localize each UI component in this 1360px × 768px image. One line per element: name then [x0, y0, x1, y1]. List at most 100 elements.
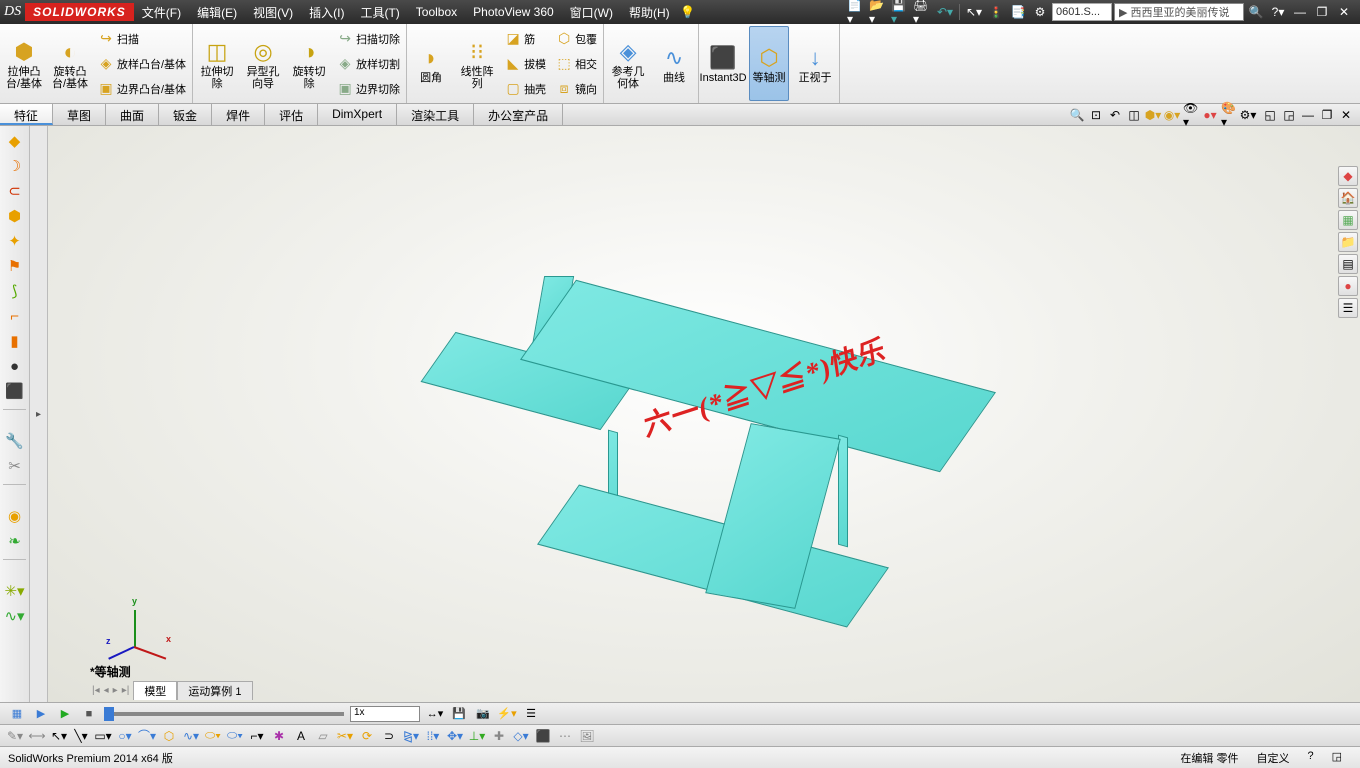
tl-stop-icon[interactable]: ■	[80, 706, 98, 722]
close-icon[interactable]: ✕	[1334, 3, 1354, 21]
prev-view-icon[interactable]: ↶	[1107, 107, 1123, 123]
bt-relation-icon[interactable]: ⊥▾	[468, 727, 486, 745]
draft-button[interactable]: ◣拔模	[503, 53, 548, 75]
timeline-handle[interactable]	[104, 707, 114, 721]
status-custom[interactable]: 自定义	[1256, 750, 1289, 766]
doc-restore2-icon[interactable]: ❐	[1319, 107, 1335, 123]
linear-pattern-button[interactable]: ⁝⁝线性阵 列	[457, 26, 497, 101]
doc-restore-icon[interactable]: ◱	[1262, 107, 1278, 123]
zoom-fit-icon[interactable]: 🔍	[1069, 107, 1085, 123]
undo-icon[interactable]: ↶▾	[935, 3, 955, 21]
minimize-icon[interactable]: —	[1290, 3, 1310, 21]
tl-cam-icon[interactable]: 📷	[474, 706, 492, 722]
bt-trim-icon[interactable]: ✂▾	[336, 727, 354, 745]
open-icon[interactable]: 📂▾	[869, 3, 889, 21]
document-name[interactable]: 0601.S...	[1052, 3, 1112, 21]
bt-plane-icon[interactable]: ▱	[314, 727, 332, 745]
rt-resources-icon[interactable]: ◆	[1338, 166, 1358, 186]
bt-text-icon[interactable]: A	[292, 727, 310, 745]
tab-surfaces[interactable]: 曲面	[106, 104, 159, 125]
section-view-icon[interactable]: ◫	[1126, 107, 1142, 123]
view-settings-icon[interactable]: ⚙▾	[1240, 107, 1256, 123]
model-airplane[interactable]: 六一(*≧▽≦*)快乐	[428, 266, 928, 666]
rib-button[interactable]: ◪筋	[503, 28, 548, 50]
timeline-slider[interactable]	[104, 712, 344, 716]
menu-window[interactable]: 窗口(W)	[562, 4, 621, 21]
bt-fillet-icon[interactable]: ⌐▾	[248, 727, 266, 745]
bt-spline-icon[interactable]: ∿▾	[182, 727, 200, 745]
print-icon[interactable]: 🖨▾	[913, 3, 933, 21]
doc-min-icon[interactable]: —	[1300, 107, 1316, 123]
lt-ball-icon[interactable]: ●	[4, 355, 26, 377]
lt-globe-icon[interactable]: ◉	[4, 505, 26, 527]
tl-wizard-icon[interactable]: ⚡▾	[498, 706, 516, 722]
tl-loop-icon[interactable]: ↔▾	[426, 706, 444, 722]
playback-speed[interactable]: 1x	[350, 706, 420, 722]
bt-circle-icon[interactable]: ○▾	[116, 727, 134, 745]
loft-button[interactable]: ◈放样凸台/基体	[96, 53, 188, 75]
normal-to-button[interactable]: ↓正视于	[795, 26, 835, 101]
bt-quick-snap-icon[interactable]: ◇▾	[512, 727, 530, 745]
new-icon[interactable]: 📄▾	[847, 3, 867, 21]
model-tab-model[interactable]: 模型	[133, 681, 177, 700]
revolve-boss-button[interactable]: ◐旋转凸 台/基体	[50, 26, 90, 101]
lt-flag-icon[interactable]: ⚑	[4, 255, 26, 277]
bt-dim-icon[interactable]: ⟷	[28, 727, 46, 745]
menu-file[interactable]: 文件(F)	[134, 4, 189, 21]
view-orient-icon[interactable]: ⬢▾	[1145, 107, 1161, 123]
doc-close-icon[interactable]: ✕	[1338, 107, 1354, 123]
rt-appearance-icon[interactable]: ●	[1338, 276, 1358, 296]
tab-office[interactable]: 办公室产品	[474, 104, 563, 125]
rt-home-icon[interactable]: 🏠	[1338, 188, 1358, 208]
search-box[interactable]: ▶西西里亚的美丽传说	[1114, 3, 1244, 21]
sweep-cut-button[interactable]: ↪扫描切除	[335, 28, 402, 50]
bt-arc-icon[interactable]: ⌒▾	[138, 727, 156, 745]
menu-photoview[interactable]: PhotoView 360	[465, 5, 562, 19]
hole-wizard-button[interactable]: ◎异型孔 向导	[243, 26, 283, 101]
tl-collapse-icon[interactable]: ☰	[522, 706, 540, 722]
lt-wrench-icon[interactable]: 🔧	[4, 430, 26, 452]
mtab-next-icon[interactable]: ▸	[111, 685, 120, 696]
wrap-button[interactable]: ⬡包覆	[554, 28, 599, 50]
menu-insert[interactable]: 插入(I)	[301, 4, 352, 21]
bt-move-icon[interactable]: ✥▾	[446, 727, 464, 745]
lt-tube-icon[interactable]: ▮	[4, 330, 26, 352]
tab-sheetmetal[interactable]: 钣金	[159, 104, 212, 125]
help-tip-icon[interactable]: 💡	[678, 3, 698, 21]
bt-construction-icon[interactable]: ⋯	[556, 727, 574, 745]
search-icon[interactable]: 🔍	[1246, 3, 1266, 21]
lt-spark-icon[interactable]: ✳▾	[4, 580, 26, 602]
restore-icon[interactable]: ❐	[1312, 3, 1332, 21]
bt-convert-icon[interactable]: ⟳	[358, 727, 376, 745]
tl-play-icon[interactable]: ▶	[56, 706, 74, 722]
menu-edit[interactable]: 编辑(E)	[189, 4, 245, 21]
mirror-button[interactable]: ⧈镜向	[554, 78, 599, 100]
bt-mirror-icon[interactable]: ⧎▾	[402, 727, 420, 745]
lt-cube-icon[interactable]: ⬛	[4, 380, 26, 402]
rt-design-lib-icon[interactable]: ▦	[1338, 210, 1358, 230]
doc-max-icon[interactable]: ◲	[1281, 107, 1297, 123]
hide-show-icon[interactable]: 👁▾	[1183, 107, 1199, 123]
lt-cluster-icon[interactable]: ✦	[4, 230, 26, 252]
lt-scissor-icon[interactable]: ✂	[4, 455, 26, 477]
menu-tools[interactable]: 工具(T)	[352, 4, 407, 21]
bt-poly-icon[interactable]: ⬡	[160, 727, 178, 745]
iso-view-button[interactable]: ⬡等轴测	[749, 26, 789, 101]
appearance-icon[interactable]: ●▾	[1202, 107, 1218, 123]
fillet-button[interactable]: ◗圆角	[411, 26, 451, 101]
tab-features[interactable]: 特征	[0, 104, 53, 125]
lt-leaf-icon[interactable]: ❧	[4, 530, 26, 552]
reference-geom-button[interactable]: ◈参考几 何体	[608, 26, 648, 101]
settings-icon[interactable]: ⚙	[1030, 3, 1050, 21]
save-icon[interactable]: 💾▾	[891, 3, 911, 21]
bt-ellipse-icon[interactable]: ⬭▾	[204, 727, 222, 745]
lt-magnet-icon[interactable]: ⊂	[4, 180, 26, 202]
tl-play-from-start-icon[interactable]: ▶	[32, 706, 50, 722]
scene-icon[interactable]: 🎨▾	[1221, 107, 1237, 123]
options-icon[interactable]: 📑	[1008, 3, 1028, 21]
extrude-cut-button[interactable]: ◫拉伸切 除	[197, 26, 237, 101]
lt-pipe-icon[interactable]: ⌐	[4, 305, 26, 327]
bt-repair-icon[interactable]: ✚	[490, 727, 508, 745]
revolve-cut-button[interactable]: ◑旋转切 除	[289, 26, 329, 101]
menu-toolbox[interactable]: Toolbox	[408, 5, 465, 19]
